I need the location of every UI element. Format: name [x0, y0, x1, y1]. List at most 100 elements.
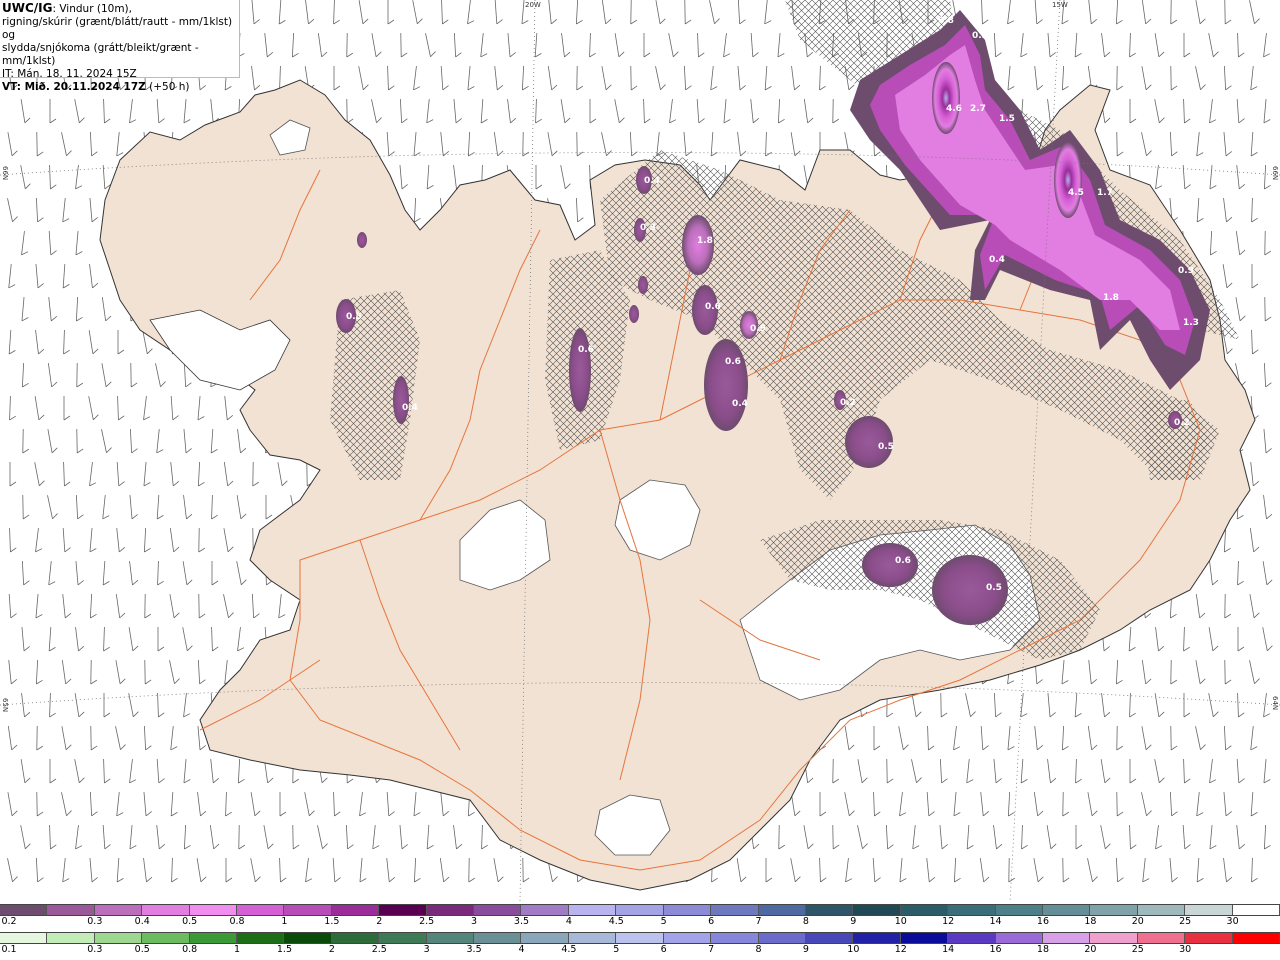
legend-swatch [616, 905, 664, 915]
wind-barb [481, 824, 488, 850]
wind-barb [1223, 65, 1232, 91]
wind-barb [63, 329, 70, 355]
wind-barb [912, 825, 920, 850]
wind-barb [1074, 33, 1082, 58]
wind-barb [170, 792, 178, 817]
wind-barb [144, 593, 152, 619]
wind-barb [1183, 33, 1191, 58]
wind-barb [291, 32, 299, 58]
legend-tick-label: 25 [1131, 944, 1144, 955]
wind-barb [939, 758, 948, 784]
wind-barb [224, 396, 234, 421]
wind-barb [629, 131, 638, 157]
wind-barb [1170, 0, 1178, 25]
wind-barb [1249, 660, 1260, 685]
wind-barb [225, 858, 233, 883]
wind-barb [723, 33, 731, 58]
precip-label: 0.6 [578, 345, 594, 355]
wind-barb [49, 692, 56, 718]
wind-barb [170, 726, 178, 751]
wind-barb [1020, 693, 1028, 718]
wind-barb [156, 825, 166, 850]
wind-barb [1154, 693, 1165, 718]
wind-barb [21, 297, 29, 322]
wind-barb [358, 0, 369, 25]
wind-barb [1250, 462, 1260, 487]
wind-barb [873, 791, 881, 817]
wind-barb [101, 429, 112, 454]
wind-barb [117, 395, 125, 421]
wind-barb [36, 791, 44, 817]
wind-barb [764, 66, 772, 91]
legend-swatch [1090, 933, 1138, 943]
precip-label: 1.5 [999, 114, 1015, 124]
wind-barb [157, 627, 165, 652]
wind-barb [1033, 858, 1044, 883]
wind-barb [90, 659, 98, 685]
legend-swatch [379, 905, 427, 915]
wind-barb [49, 759, 57, 784]
wind-barb [8, 330, 16, 355]
legend-tick-label: 14 [989, 916, 1002, 927]
wind-barb [182, 561, 193, 586]
legend-swatch [189, 933, 238, 943]
wind-barb [790, 132, 801, 157]
wind-barb [62, 858, 70, 883]
weather-map: 0.8 0.3 4.6 2.7 1.5 4.5 1.7 0.4 0.9 1.8 … [0, 0, 1280, 902]
precip-label: 4.6 [946, 104, 962, 114]
lon-label-15w: 15W [1052, 1, 1068, 9]
wind-barb [1196, 132, 1204, 157]
wind-barb [886, 758, 894, 784]
legend-swatch [1090, 905, 1138, 915]
wind-barb [1169, 858, 1178, 883]
wind-barb [278, 0, 286, 25]
legend-tick-label: 0.2 [1, 916, 17, 927]
wind-barb [1195, 0, 1206, 25]
legend-swatch [805, 905, 854, 915]
wind-barb [129, 759, 137, 784]
wind-barb [129, 825, 137, 850]
wind-barb [480, 99, 488, 124]
wind-barb [803, 825, 814, 850]
wind-barb [359, 858, 367, 883]
wind-barb [372, 825, 380, 850]
wind-barb [832, 98, 840, 124]
wind-barb [560, 99, 571, 124]
wind-barb [1061, 660, 1069, 685]
legend-swatch [94, 905, 143, 915]
wind-barb [237, 429, 247, 454]
precip-label: 0.4 [989, 255, 1005, 265]
wind-barb [36, 131, 44, 157]
legend-swatch [1185, 905, 1233, 915]
wind-barb [129, 99, 137, 124]
wind-barb [35, 197, 44, 223]
wind-barb [1141, 0, 1152, 25]
wind-barb [1155, 627, 1165, 652]
wind-barb [589, 32, 596, 58]
wind-barb [1116, 791, 1124, 817]
wind-barb [1251, 857, 1258, 883]
wind-barb [197, 396, 205, 421]
wind-barb [1128, 627, 1136, 652]
wind-barb [1223, 792, 1232, 817]
wind-barb [873, 726, 881, 751]
wind-barb [197, 792, 207, 817]
wind-barb [263, 825, 274, 850]
wind-barb [669, 99, 677, 124]
wind-barb [1251, 264, 1259, 289]
legend-tick-label: 16 [989, 944, 1002, 955]
wind-barb [1034, 726, 1044, 751]
wind-barb [130, 362, 138, 388]
legend-swatch [948, 933, 996, 943]
wind-barb [493, 858, 504, 883]
wind-barb [89, 462, 97, 487]
wind-barb [764, 0, 772, 25]
wind-barb [778, 824, 786, 850]
wind-barb [223, 528, 234, 553]
wind-barb [1034, 66, 1044, 91]
wind-barb [21, 362, 29, 388]
wind-barb [601, 0, 612, 25]
wind-barb [899, 792, 907, 817]
legend-swatch [711, 905, 759, 915]
wind-barb [116, 792, 124, 817]
